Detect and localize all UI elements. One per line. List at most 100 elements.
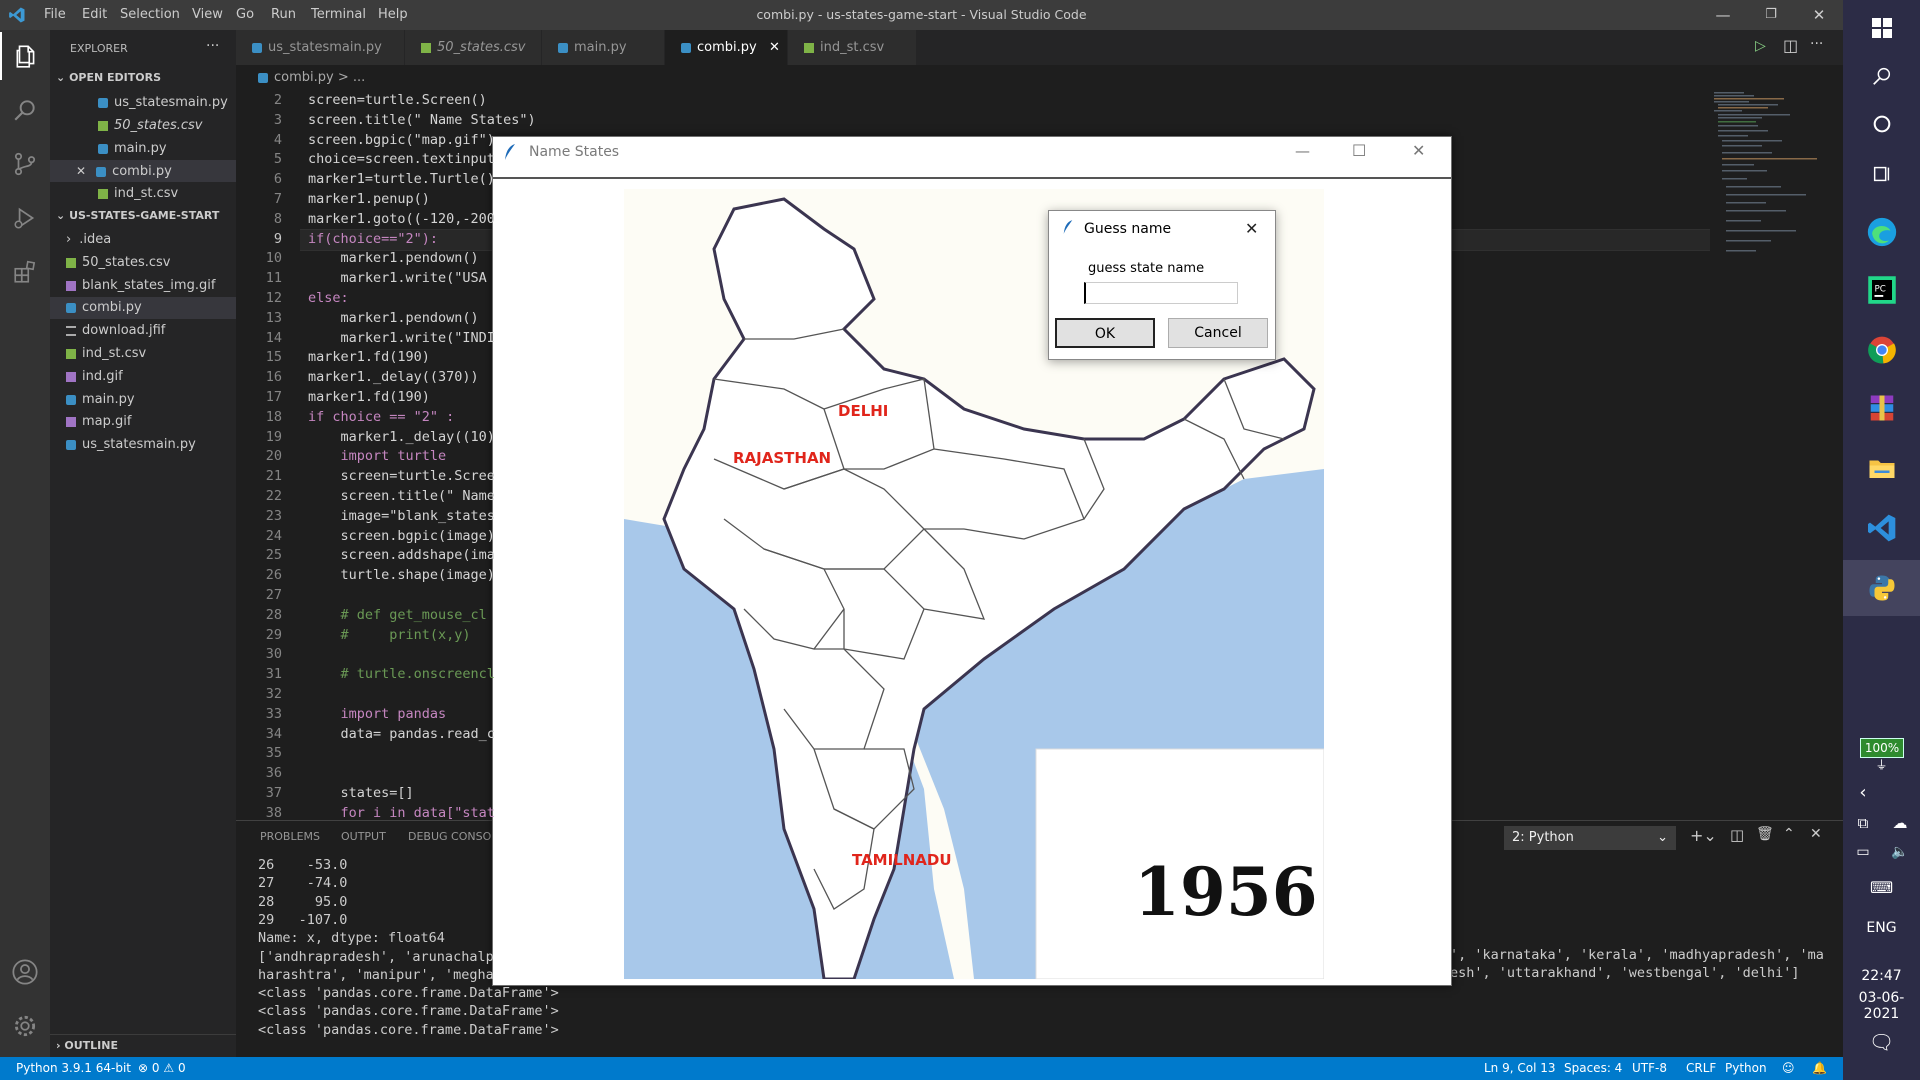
file-item[interactable]: download.jfif: [50, 320, 236, 342]
code-line[interactable]: image="blank_states: [308, 506, 495, 526]
code-line[interactable]: marker1._delay((370)): [308, 367, 479, 387]
clock-time[interactable]: 22:47: [1843, 968, 1920, 984]
open-editor-item[interactable]: ind_st.csv: [50, 183, 236, 205]
tab-ind-st[interactable]: ind_st.csv: [788, 30, 916, 65]
clock-date[interactable]: 03-06-2021: [1843, 990, 1920, 1022]
winrar-icon[interactable]: [1843, 380, 1920, 436]
cancel-button[interactable]: Cancel: [1168, 318, 1268, 348]
code-line[interactable]: choice=screen.textinput: [308, 149, 495, 169]
code-line[interactable]: if choice == "2" :: [308, 407, 454, 427]
code-line[interactable]: marker1.write("USA: [308, 268, 487, 288]
code-line[interactable]: screen.addshape(ima: [308, 545, 495, 565]
chevron-left-icon[interactable]: ‹: [1843, 782, 1883, 803]
meet-now-icon[interactable]: ⧉: [1843, 814, 1883, 832]
code-line[interactable]: else:: [308, 288, 349, 308]
code-line[interactable]: screen=turtle.Screen(): [308, 90, 487, 110]
settings-gear-icon[interactable]: [0, 1002, 50, 1050]
code-line[interactable]: screen.bgpic("map.gif"): [308, 130, 495, 150]
bell-icon[interactable]: 🔔: [1812, 1057, 1827, 1080]
feedback-icon[interactable]: ☺: [1782, 1057, 1795, 1080]
file-item-active[interactable]: combi.py: [50, 297, 236, 319]
close-editor-icon[interactable]: ✕: [76, 164, 86, 178]
open-editor-item[interactable]: 50_states.csv: [50, 115, 236, 137]
search-icon[interactable]: [0, 86, 50, 134]
code-line[interactable]: states=[]: [308, 783, 414, 803]
file-item[interactable]: blank_states_img.gif: [50, 275, 236, 297]
minimap[interactable]: [1712, 90, 1832, 320]
open-editor-item-active[interactable]: ✕ combi.py: [50, 160, 236, 182]
extensions-icon[interactable]: [0, 248, 50, 296]
onedrive-icon[interactable]: ☁: [1880, 814, 1920, 832]
open-editor-item[interactable]: us_statesmain.py: [50, 92, 236, 114]
maximize-icon[interactable]: ☐: [1352, 141, 1366, 160]
code-line[interactable]: marker1.pendown(): [308, 308, 479, 328]
code-line[interactable]: screen=turtle.Scree: [308, 466, 495, 486]
tab-debug-console[interactable]: DEBUG CONSOL: [408, 830, 497, 843]
notifications-icon[interactable]: 🗨: [1843, 1030, 1920, 1054]
maximize-panel-icon[interactable]: ⌃: [1783, 826, 1795, 842]
code-line[interactable]: marker1.penup(): [308, 189, 430, 209]
input-language[interactable]: ENG: [1843, 920, 1920, 936]
file-item[interactable]: 50_states.csv: [50, 252, 236, 274]
source-control-icon[interactable]: [0, 140, 50, 188]
tab-main[interactable]: main.py: [542, 30, 664, 65]
file-item[interactable]: ind.gif: [50, 366, 236, 388]
keyboard-icon[interactable]: ⌨: [1843, 878, 1920, 897]
open-editors-section[interactable]: ⌄ OPEN EDITORS: [50, 67, 236, 89]
code-line[interactable]: screen.bgpic(image): [308, 526, 495, 546]
edge-browser-icon[interactable]: [1843, 204, 1920, 260]
close-icon[interactable]: ✕: [1412, 141, 1425, 160]
menu-view[interactable]: View: [192, 0, 223, 30]
menu-edit[interactable]: Edit: [82, 0, 107, 30]
cortana-icon[interactable]: [1843, 96, 1920, 152]
more-actions-icon[interactable]: ···: [1810, 36, 1823, 52]
volume-icon[interactable]: 🔈: [1880, 844, 1920, 860]
code-line[interactable]: import pandas: [308, 704, 447, 724]
file-explorer-icon[interactable]: [1843, 440, 1920, 496]
menu-file[interactable]: File: [44, 0, 66, 30]
code-line[interactable]: screen.title(" Name States"): [308, 110, 536, 130]
state-name-input[interactable]: [1084, 282, 1238, 304]
close-icon[interactable]: ✕: [1245, 219, 1258, 238]
pycharm-icon[interactable]: PC: [1843, 262, 1920, 318]
tab-50-states[interactable]: 50_states.csv: [405, 30, 541, 65]
python-interpreter[interactable]: Python 3.9.1 64-bit: [16, 1057, 131, 1080]
code-line[interactable]: marker1.goto((-120,-200: [308, 209, 495, 229]
minimize-icon[interactable]: —: [1295, 142, 1310, 160]
new-terminal-icon[interactable]: +⌄: [1690, 826, 1717, 845]
close-tab-icon[interactable]: ✕: [769, 30, 780, 65]
code-line[interactable]: # turtle.onscreencl: [308, 664, 495, 684]
code-line[interactable]: marker1=turtle.Turtle(): [308, 169, 495, 189]
ok-button[interactable]: OK: [1055, 318, 1155, 348]
menu-go[interactable]: Go: [236, 0, 254, 30]
explorer-icon[interactable]: [0, 32, 50, 80]
account-icon[interactable]: [0, 948, 50, 996]
menu-run[interactable]: Run: [271, 0, 296, 30]
split-editor-icon[interactable]: ◫: [1783, 36, 1798, 55]
breadcrumb[interactable]: combi.py > ...: [258, 67, 365, 89]
tab-combi[interactable]: combi.py ✕: [665, 30, 787, 65]
code-line[interactable]: marker1.write("INDI: [308, 328, 495, 348]
file-item[interactable]: ind_st.csv: [50, 343, 236, 365]
tab-us-statesmain[interactable]: us_statesmain.py: [236, 30, 404, 65]
folder-item[interactable]: › .idea: [50, 229, 236, 251]
line-ending[interactable]: CRLF: [1686, 1057, 1716, 1080]
code-line[interactable]: if(choice=="2"):: [308, 229, 438, 249]
code-line[interactable]: marker1.pendown(): [308, 248, 479, 268]
code-line[interactable]: for i in data["stat: [308, 803, 495, 823]
file-item[interactable]: map.gif: [50, 411, 236, 433]
code-line[interactable]: screen.title(" Name: [308, 486, 495, 506]
code-line[interactable]: # def get_mouse_cl: [308, 605, 487, 625]
trash-icon[interactable]: 🗑: [1756, 826, 1774, 842]
terminal-select[interactable]: 2: Python ⌄: [1504, 826, 1676, 850]
cursor-position[interactable]: Ln 9, Col 13: [1484, 1057, 1556, 1080]
battery-icon[interactable]: ▭: [1843, 844, 1883, 860]
problems-count[interactable]: ⊗ 0 ⚠ 0: [138, 1057, 186, 1080]
run-debug-icon[interactable]: [0, 194, 50, 242]
close-icon[interactable]: ✕: [1796, 0, 1842, 30]
battery-indicator[interactable]: 100%: [1860, 738, 1904, 758]
language-mode[interactable]: Python: [1725, 1057, 1767, 1080]
minimize-icon[interactable]: —: [1700, 0, 1746, 30]
vscode-taskbar-icon[interactable]: [1843, 500, 1920, 556]
chrome-icon[interactable]: [1843, 322, 1920, 378]
